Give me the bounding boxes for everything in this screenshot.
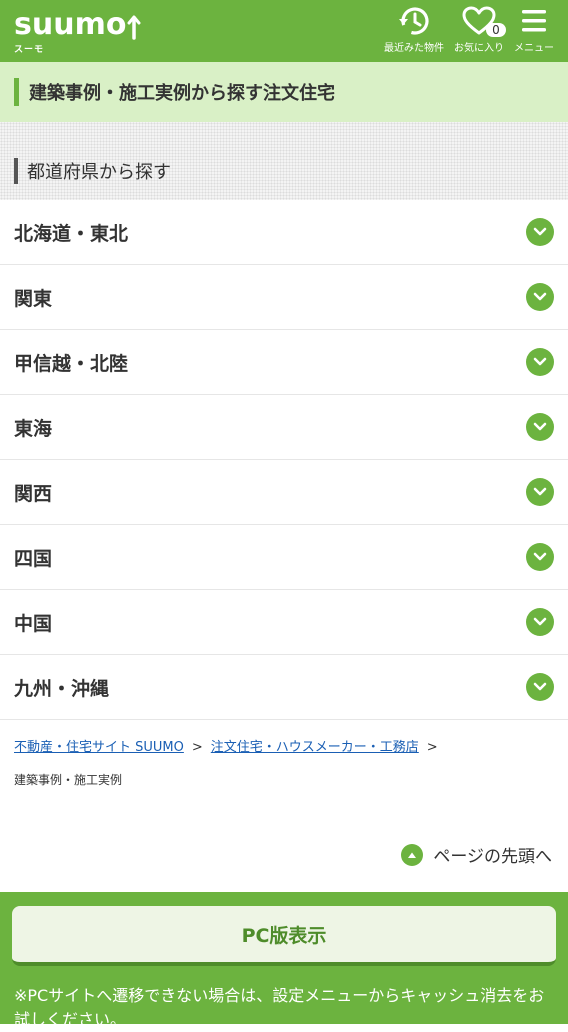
recently-viewed-button[interactable]: 最近みた物件 bbox=[384, 5, 444, 54]
chevron-down-icon bbox=[526, 218, 554, 246]
hamburger-menu-icon bbox=[522, 10, 546, 32]
region-label: 関西 bbox=[14, 482, 53, 505]
breadcrumb-current: 建築事例・施工実例 bbox=[14, 773, 123, 787]
breadcrumb: 不動産・住宅サイト SUUMO > 注文住宅・ハウスメーカー・工務店 > 建築事… bbox=[0, 720, 568, 788]
site-header: suumo スーモ 最近みた物件 0 お気に入り メニュー bbox=[0, 0, 568, 62]
logo-text: suumo bbox=[14, 6, 127, 42]
chevron-down-icon bbox=[526, 478, 554, 506]
section-title: 都道府県から探す bbox=[27, 162, 171, 183]
page-title: 建築事例・施工実例から探す注文住宅 bbox=[29, 83, 335, 104]
chevron-down-icon bbox=[526, 673, 554, 701]
region-item-shikoku[interactable]: 四国 bbox=[0, 525, 568, 590]
region-list: 北海道・東北 関東 甲信越・北陸 東海 関西 四国 中国 九州・沖縄 bbox=[0, 200, 568, 720]
chevron-down-icon bbox=[526, 608, 554, 636]
region-label: 甲信越・北陸 bbox=[14, 352, 129, 375]
breadcrumb-link-custom-home[interactable]: 注文住宅・ハウスメーカー・工務店 bbox=[211, 740, 419, 756]
chevron-down-icon bbox=[526, 283, 554, 311]
chevron-up-icon bbox=[401, 843, 424, 866]
title-accent-bar bbox=[14, 78, 19, 106]
region-item-hokkaido-tohoku[interactable]: 北海道・東北 bbox=[0, 200, 568, 265]
region-item-koshinetsu-hokuriku[interactable]: 甲信越・北陸 bbox=[0, 330, 568, 395]
favorites-count-badge: 0 bbox=[486, 23, 506, 37]
pc-version-label: PC版表示 bbox=[241, 924, 327, 947]
region-item-tokai[interactable]: 東海 bbox=[0, 395, 568, 460]
section-accent-bar bbox=[14, 158, 18, 184]
history-icon bbox=[399, 7, 429, 35]
section-heading: 都道府県から探す bbox=[0, 122, 568, 200]
region-label: 四国 bbox=[14, 547, 53, 570]
region-label: 北海道・東北 bbox=[14, 222, 129, 245]
page-title-bar: 建築事例・施工実例から探す注文住宅 bbox=[0, 62, 568, 122]
breadcrumb-separator: > bbox=[426, 740, 438, 755]
menu-button[interactable]: メニュー bbox=[514, 5, 554, 54]
region-item-kyushu-okinawa[interactable]: 九州・沖縄 bbox=[0, 655, 568, 720]
breadcrumb-separator: > bbox=[191, 740, 203, 755]
back-to-top-link[interactable]: ページの先頭へ bbox=[401, 842, 552, 867]
footer-note: ※PCサイトへ遷移できない場合は、設定メニューからキャッシュ消去をお試しください… bbox=[14, 986, 545, 1029]
chevron-down-icon bbox=[526, 543, 554, 571]
region-label: 九州・沖縄 bbox=[14, 677, 110, 700]
region-item-chugoku[interactable]: 中国 bbox=[0, 590, 568, 655]
breadcrumb-link-suumo-top[interactable]: 不動産・住宅サイト SUUMO bbox=[14, 740, 184, 756]
logo-arrow-icon bbox=[127, 15, 141, 40]
chevron-down-icon bbox=[526, 348, 554, 376]
suumo-logo[interactable]: suumo スーモ bbox=[14, 0, 141, 62]
back-to-top-label: ページの先頭へ bbox=[433, 847, 552, 867]
region-label: 中国 bbox=[14, 612, 53, 635]
pc-version-button[interactable]: PC版表示 bbox=[12, 906, 556, 966]
region-label: 関東 bbox=[14, 287, 53, 310]
region-item-kansai[interactable]: 関西 bbox=[0, 460, 568, 525]
region-label: 東海 bbox=[14, 417, 53, 440]
region-item-kanto[interactable]: 関東 bbox=[0, 265, 568, 330]
site-footer: PC版表示 ※PCサイトへ遷移できない場合は、設定メニューからキャッシュ消去をお… bbox=[0, 892, 568, 1029]
recent-label: 最近みた物件 bbox=[384, 43, 444, 54]
chevron-down-icon bbox=[526, 413, 554, 441]
favorites-label: お気に入り bbox=[454, 43, 504, 54]
favorites-button[interactable]: 0 お気に入り bbox=[454, 5, 506, 54]
menu-label: メニュー bbox=[514, 43, 554, 54]
logo-subtitle: スーモ bbox=[14, 44, 45, 55]
